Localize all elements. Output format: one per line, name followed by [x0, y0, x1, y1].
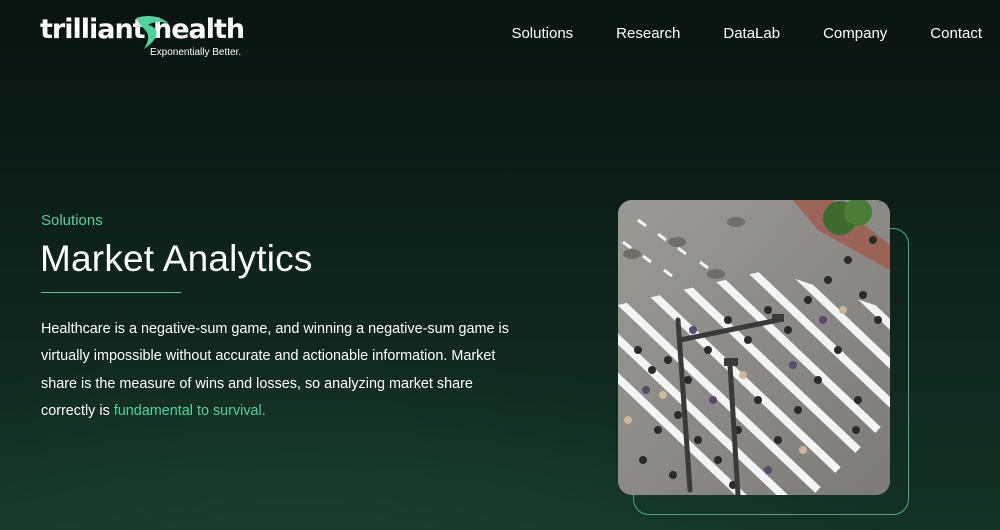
nav-item-datalab[interactable]: DataLab — [723, 25, 780, 42]
brand-swoosh-icon — [136, 16, 169, 49]
hero-description-text: Healthcare is a negative-sum game, and w… — [41, 321, 509, 420]
brand-tagline: Exponentially Better. — [150, 47, 242, 58]
crosswalk-crowd-photo — [618, 200, 890, 495]
nav-item-company[interactable]: Company — [823, 25, 887, 42]
page-title: Market Analytics — [40, 238, 313, 279]
title-underline — [41, 292, 181, 293]
fundamental-to-survival-link[interactable]: fundamental to survival. — [114, 403, 266, 419]
nav-item-contact[interactable]: Contact — [930, 25, 982, 42]
main-nav: Solutions Research DataLab Company Conta… — [468, 25, 982, 42]
brand-logo[interactable]: trilliant health Exponentially Better. — [40, 14, 250, 62]
hero-description: Healthcare is a negative-sum game, and w… — [41, 316, 521, 426]
hero-eyebrow: Solutions — [41, 212, 103, 229]
nav-item-research[interactable]: Research — [616, 25, 680, 42]
crosswalk-illustration — [618, 200, 890, 495]
nav-item-solutions[interactable]: Solutions — [511, 25, 573, 42]
